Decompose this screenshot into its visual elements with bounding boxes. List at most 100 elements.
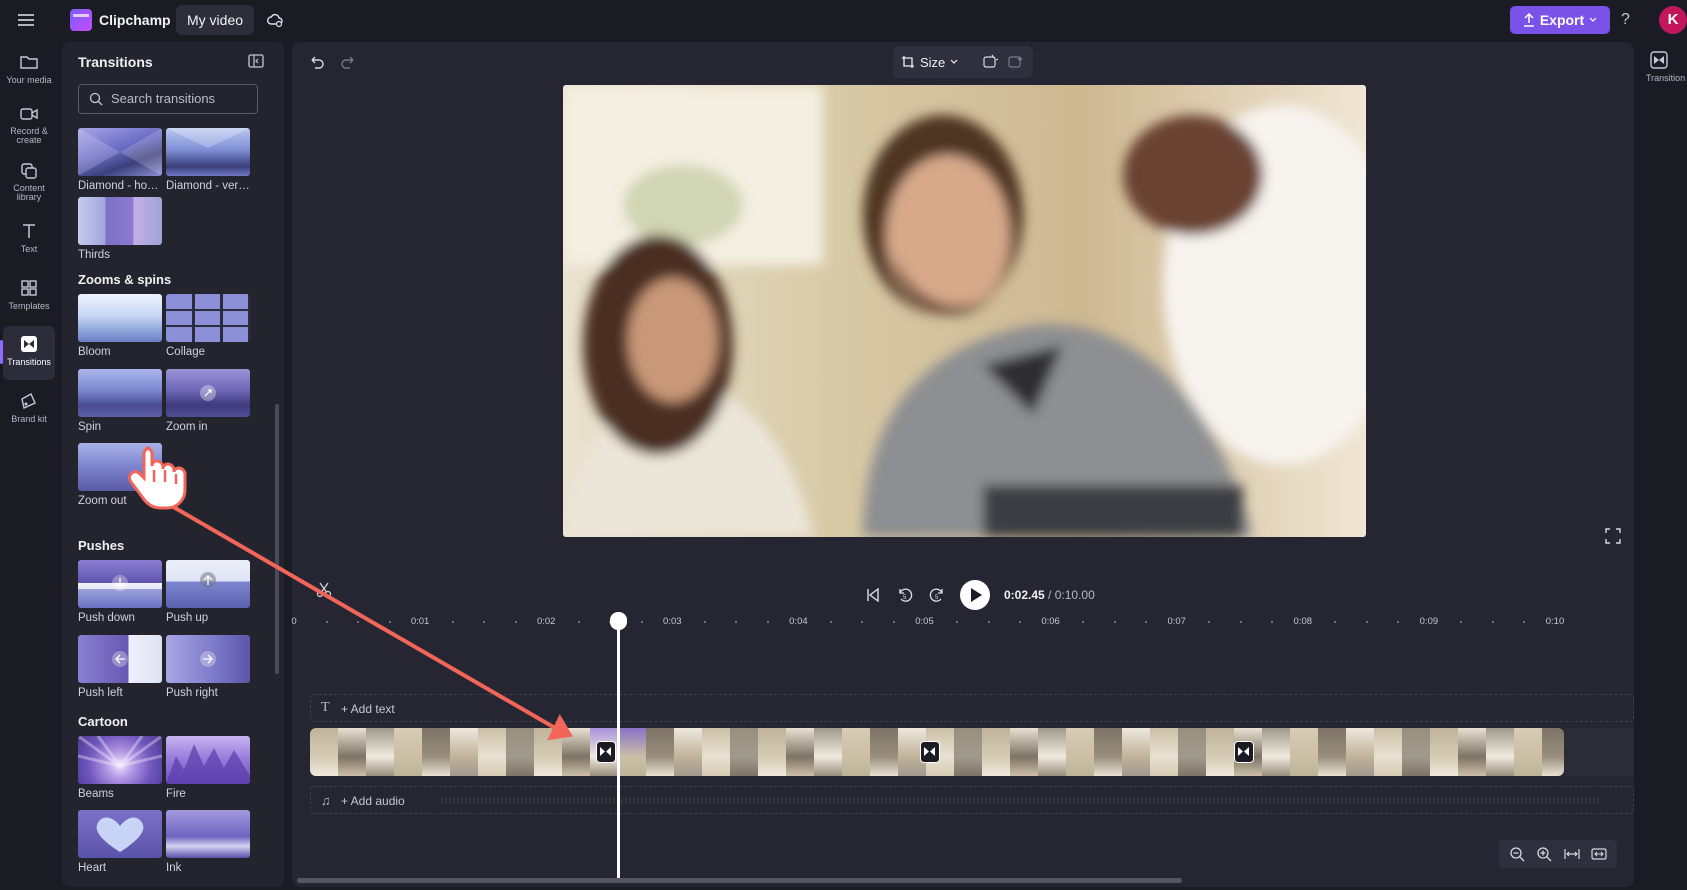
playhead-line[interactable]: [617, 622, 620, 880]
export-button[interactable]: Export: [1510, 6, 1610, 34]
play-button[interactable]: [960, 580, 990, 610]
audio-track[interactable]: ♫ + Add audio: [310, 786, 1634, 814]
undo-icon[interactable]: [307, 54, 325, 70]
fit-timeline-icon[interactable]: [1564, 846, 1580, 862]
clip-frame: [786, 728, 814, 776]
transition-thumbnail: [78, 294, 162, 342]
transition-tile-heart[interactable]: Heart: [78, 810, 162, 874]
timeline-horizontal-scrollbar[interactable]: [297, 878, 1182, 883]
templates-icon: [21, 280, 37, 296]
search-field[interactable]: [78, 84, 258, 114]
redo-icon[interactable]: [340, 54, 358, 70]
project-name-button[interactable]: My video: [176, 5, 255, 35]
svg-text:5: 5: [903, 595, 907, 601]
ruler-tick-dot: [956, 621, 959, 623]
transition-tile-beams[interactable]: Beams: [78, 736, 162, 800]
transition-tile-thirds[interactable]: Thirds: [78, 197, 162, 261]
transition-tile-diamond-vertical[interactable]: Diamond - vert...: [166, 128, 250, 192]
rail-item-text[interactable]: Text: [0, 213, 58, 267]
transition-tile-fire[interactable]: Fire: [166, 736, 250, 800]
background-remover-icon[interactable]: [983, 54, 999, 70]
transitions-icon: [1650, 51, 1668, 69]
transition-marker-icon[interactable]: [596, 741, 616, 763]
ruler-tick-dot: [1491, 621, 1494, 623]
avatar[interactable]: K: [1659, 6, 1687, 34]
size-button[interactable]: Size: [901, 52, 958, 72]
section-title-cartoon: Cartoon: [78, 714, 128, 729]
rail-item-transition-properties[interactable]: Transition: [1646, 48, 1687, 83]
preview-toolbar: Size: [893, 46, 1033, 78]
clip-frame: [1458, 728, 1486, 776]
collapse-panel-icon[interactable]: [248, 54, 264, 68]
transition-tile-bloom[interactable]: Bloom: [78, 294, 162, 358]
hamburger-menu-icon[interactable]: [16, 10, 36, 30]
camera-icon: [20, 108, 38, 120]
clip-frame: [1066, 728, 1094, 776]
upload-icon: [1523, 13, 1534, 27]
transition-marker-icon[interactable]: [920, 741, 940, 763]
expand-timeline-icon[interactable]: [1591, 846, 1607, 862]
video-clip-track[interactable]: [310, 728, 1564, 776]
transition-tile-push-left[interactable]: Push left: [78, 635, 162, 699]
clip-frame: [1094, 728, 1122, 776]
playhead-handle[interactable]: [610, 612, 627, 630]
transition-marker-icon[interactable]: [1234, 741, 1254, 763]
ruler-tick-dot: [1019, 621, 1022, 623]
ruler-tick-dot: [483, 621, 486, 623]
rail-item-your-media[interactable]: Your media: [0, 44, 58, 98]
ruler-tick-dot: [1208, 621, 1211, 623]
playback-controls: 5 5 0:02.45 / 0:10.00: [864, 580, 1095, 610]
ruler-tick-dot: [514, 621, 517, 623]
rail-item-content-library[interactable]: Content library: [0, 153, 58, 207]
timeline-ruler[interactable]: 0 0:01 0:02 0:03 0:04 0:05 0:06 0:07 0:08 0:09 0:1…: [291, 612, 1634, 636]
transition-tile-ink[interactable]: Ink: [166, 810, 250, 874]
tile-label: Fire: [166, 788, 186, 800]
skip-to-start-icon[interactable]: [864, 586, 882, 604]
transition-thumbnail: [78, 736, 162, 784]
transition-tile-push-right[interactable]: Push right: [166, 635, 250, 699]
clip-frame: [674, 728, 702, 776]
search-input[interactable]: [111, 91, 251, 106]
cloud-sync-icon[interactable]: [266, 11, 284, 29]
transition-tile-push-up[interactable]: Push up: [166, 560, 250, 624]
clip-frame: [562, 728, 590, 776]
clip-frame: [310, 728, 338, 776]
help-icon[interactable]: ?: [1621, 11, 1630, 29]
clip-frame: [1318, 728, 1346, 776]
clip-frame: [1262, 728, 1290, 776]
rail-item-brand-kit[interactable]: Brand kit: [0, 383, 58, 437]
tile-label: Heart: [78, 862, 107, 874]
transition-tile-zoom-in[interactable]: Zoom in: [166, 369, 250, 433]
transition-tile-collage[interactable]: Collage: [166, 294, 250, 358]
transition-tile-spin[interactable]: Spin: [78, 369, 162, 433]
text-track[interactable]: T + Add text: [310, 694, 1634, 722]
transition-tile-diamond-horizontal[interactable]: Diamond - hori...: [78, 128, 162, 192]
zoom-in-icon[interactable]: [1536, 846, 1552, 862]
transition-tile-zoom-out[interactable]: Zoom out: [78, 443, 162, 507]
clip-frame: [618, 728, 646, 776]
rail-item-transitions[interactable]: Transitions: [0, 326, 55, 380]
chevron-down-icon: [950, 59, 958, 64]
split-scissors-icon[interactable]: [316, 582, 332, 598]
rail-label: Templates: [8, 301, 50, 311]
rail-item-templates[interactable]: Templates: [0, 270, 58, 324]
text-icon: T: [321, 700, 330, 715]
transition-tile-push-down[interactable]: Push down: [78, 560, 162, 624]
add-text-label: + Add text: [341, 702, 395, 716]
ruler-tick-label: 0:04: [789, 616, 808, 627]
clip-frame: [730, 728, 758, 776]
rewind-5s-icon[interactable]: 5: [896, 586, 914, 604]
zoom-out-icon[interactable]: [1509, 846, 1525, 862]
ruler-tick-dot: [829, 621, 832, 623]
magic-edit-icon[interactable]: [1008, 54, 1024, 70]
forward-5s-icon[interactable]: 5: [928, 586, 946, 604]
clip-frame: [1038, 728, 1066, 776]
video-preview[interactable]: [563, 85, 1366, 537]
transitions-panel: Transitions Diamond - hori... Diamond - …: [62, 42, 284, 887]
clip-frame: [1374, 728, 1402, 776]
rail-label: Text: [20, 244, 38, 254]
fullscreen-icon[interactable]: [1605, 528, 1621, 544]
ruler-tick-label: 0:01: [410, 616, 430, 627]
rail-item-record-create[interactable]: Record & create: [0, 96, 58, 150]
panel-scrollbar[interactable]: [275, 404, 279, 674]
